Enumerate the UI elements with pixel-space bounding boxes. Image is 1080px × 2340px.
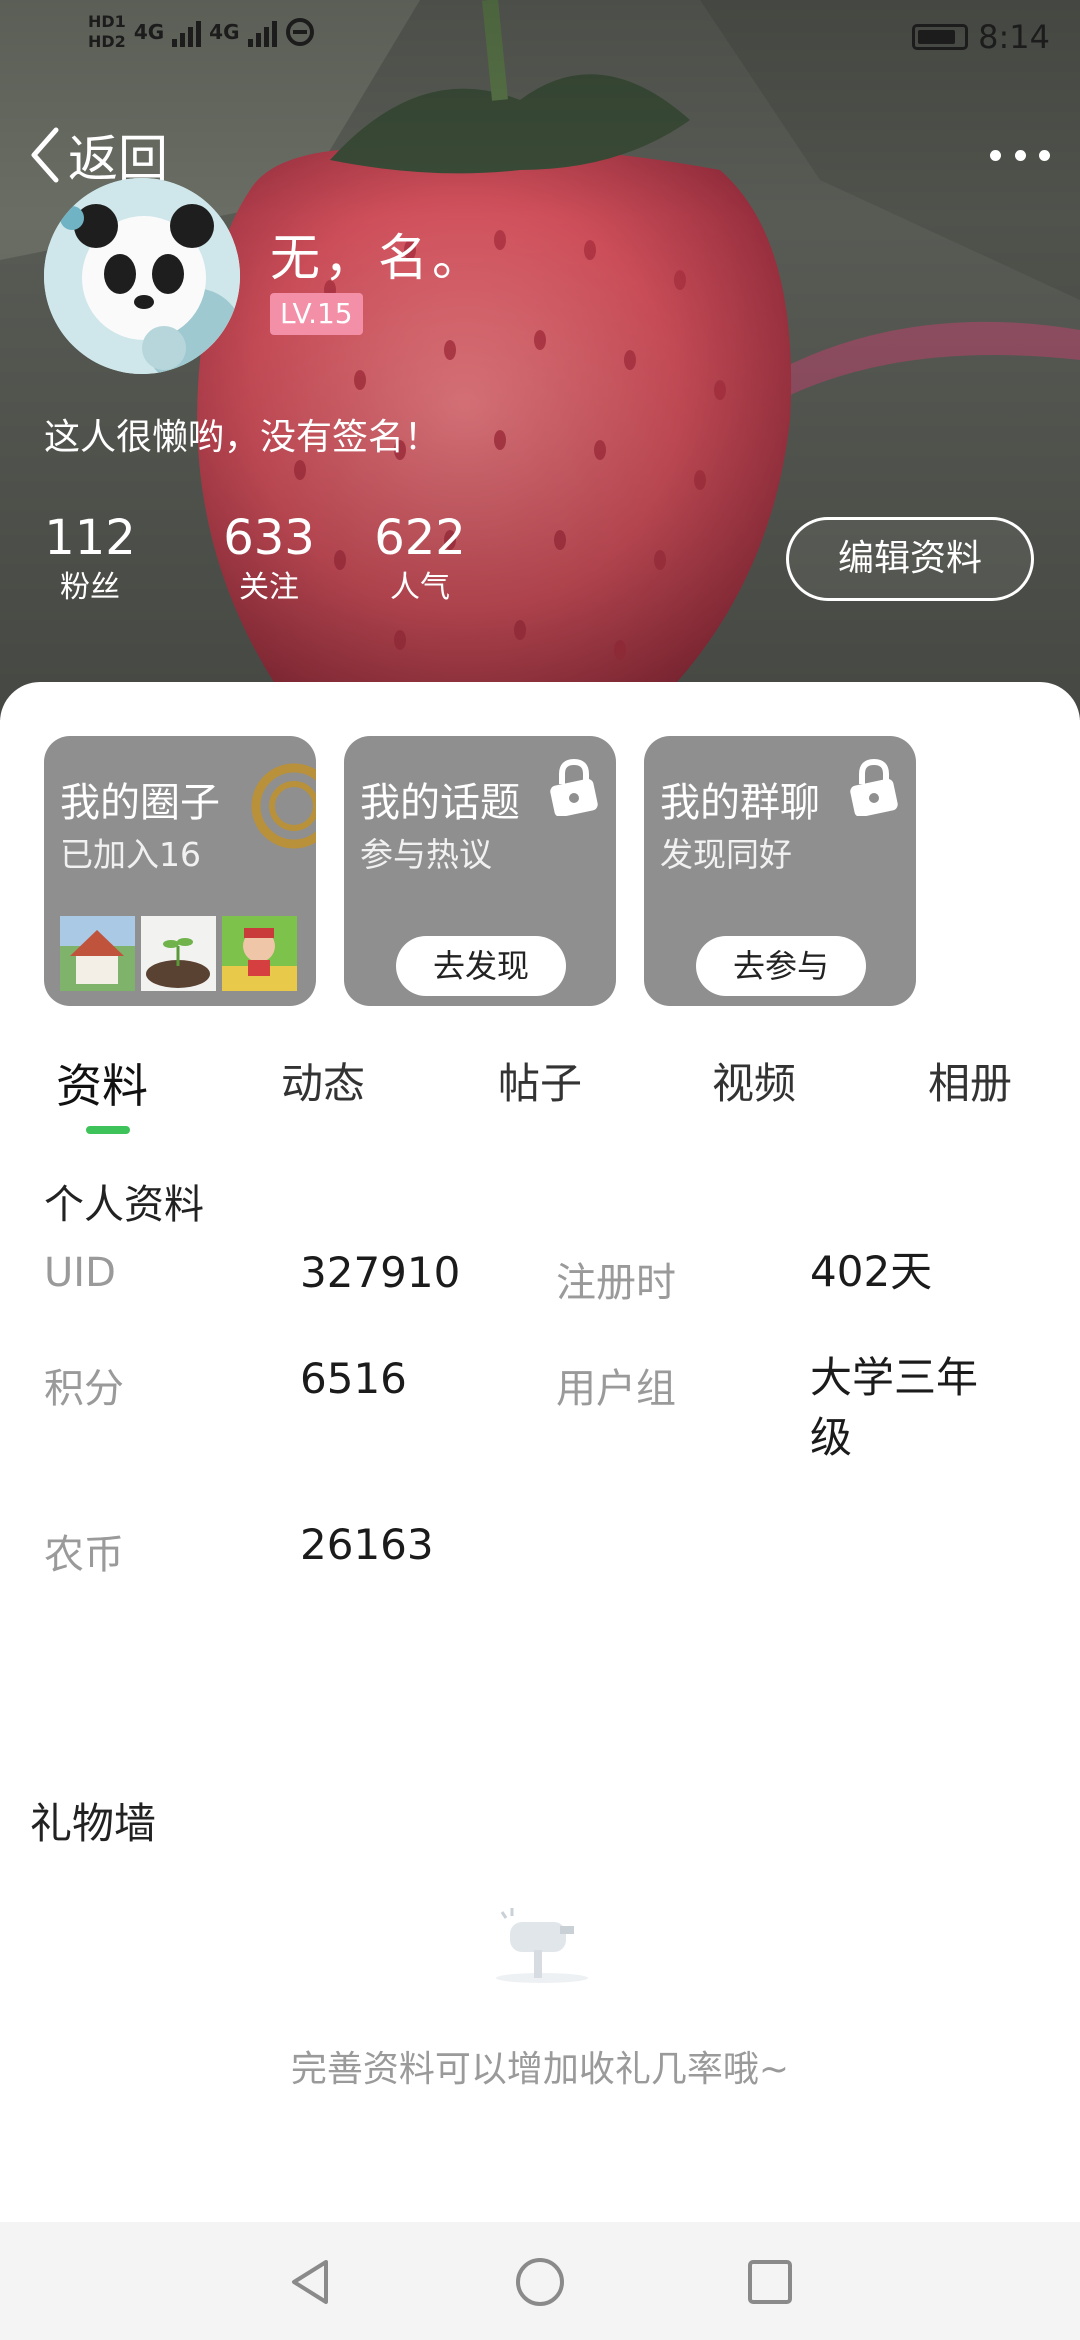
panda-avatar-image (44, 178, 240, 374)
stat-label: 人气 (390, 570, 450, 605)
info-key: 用户组 (556, 1366, 676, 1412)
more-options-button[interactable] (990, 140, 1050, 170)
card-title: 我的话题 (360, 780, 520, 826)
status-signal-group: HD1 HD2 4G 4G (88, 12, 315, 52)
card-my-groups[interactable]: 我的群聊 发现同好 去参与 (644, 736, 916, 1006)
clock: 8:14 (978, 18, 1050, 56)
circle-home-icon[interactable] (512, 2254, 568, 2310)
farmer-thumbnail (222, 916, 297, 991)
stat-label: 粉丝 (60, 570, 120, 605)
system-nav-bar (0, 2222, 1080, 2340)
circle-thumbnails (60, 916, 297, 991)
status-right-group: 8:14 (912, 18, 1050, 56)
profile-header: HD1 HD2 4G 4G 8:14 返回 无，名。 LV.15 这人很懒哟，没… (0, 0, 1080, 720)
stat-value: 633 (223, 510, 315, 566)
info-value: 大学三年级 (810, 1353, 979, 1462)
avatar[interactable] (44, 178, 240, 374)
network-type-2: 4G (209, 20, 240, 44)
info-value: 402天 (810, 1247, 933, 1296)
info-row: UID 327910 注册时 402天 (44, 1242, 1044, 1348)
signal-bars-icon (247, 17, 277, 47)
sprout-thumbnail (141, 916, 216, 991)
info-value: 327910 (300, 1248, 461, 1297)
chevron-left-icon (31, 127, 59, 183)
stat-value: 112 (44, 510, 136, 566)
card-subtitle: 发现同好 (660, 835, 792, 874)
tab-posts[interactable]: 帖子 (498, 1050, 582, 1111)
info-row: 积分 6516 用户组 大学三年级 (44, 1348, 1044, 1514)
network-type-1: 4G (133, 20, 165, 44)
signature: 这人很懒哟，没有签名！ (44, 417, 441, 458)
info-key: 农币 (44, 1532, 124, 1578)
circle-thumb-sprout[interactable] (141, 916, 216, 991)
more-dot (1014, 149, 1026, 161)
stat-label: 关注 (239, 570, 299, 605)
info-key: 积分 (44, 1366, 124, 1412)
hd-indicator: HD1 HD2 (88, 12, 126, 52)
stat-followers[interactable]: 112 粉丝 (44, 508, 136, 608)
tab-info[interactable]: 资料 (56, 1050, 148, 1116)
battery-icon (912, 24, 969, 50)
more-dots-icon (990, 149, 1001, 161)
card-my-circles[interactable]: 我的圈子 已加入16 (44, 736, 316, 1006)
content-sheet: 我的圈子 已加入16 我的话题 参与热议 去发现 我的群聊 发现同好 去参与 资… (0, 682, 1080, 2222)
info-value: 26163 (300, 1520, 434, 1569)
info-key: 注册时 (556, 1260, 676, 1306)
hd-bottom-label: HD2 (88, 32, 126, 51)
info-key: UID (44, 1250, 116, 1296)
signal-bars-icon (172, 17, 202, 47)
card-subtitle: 参与热议 (360, 835, 492, 874)
username: 无，名。 (270, 229, 486, 287)
mailbox-icon (496, 1908, 588, 1983)
gift-wall-title: 礼物墙 (30, 1799, 157, 1848)
lock-icon (550, 758, 598, 816)
sync-icon (285, 18, 314, 46)
stats-row: 112 粉丝 633 关注 622 人气 (44, 508, 496, 608)
triangle-back-icon[interactable] (282, 2254, 338, 2310)
tab-album[interactable]: 相册 (928, 1050, 1012, 1111)
profile-info-table: UID 327910 注册时 402天 积分 6516 用户组 大学三年级 农币… (44, 1242, 1044, 1620)
circle-thumb-house[interactable] (60, 916, 135, 991)
discover-button[interactable]: 去发现 (396, 936, 566, 996)
circle-thumb-farmer[interactable] (222, 916, 297, 991)
house-thumbnail (60, 916, 135, 991)
card-subtitle: 已加入16 (60, 835, 201, 874)
info-value: 6516 (300, 1354, 407, 1403)
active-tab-indicator (86, 1126, 130, 1134)
stat-popularity[interactable]: 622 人气 (345, 508, 495, 608)
info-row: 农币 26163 (44, 1514, 1044, 1620)
stat-following[interactable]: 633 关注 (194, 508, 344, 608)
ring-decoration-icon (251, 763, 316, 849)
stat-value: 622 (374, 510, 466, 566)
hd-top-label: HD1 (88, 12, 126, 31)
section-title: 个人资料 (44, 1182, 204, 1228)
card-title: 我的圈子 (60, 780, 220, 826)
status-bar: HD1 HD2 4G 4G 8:14 (0, 0, 1080, 80)
feature-cards: 我的圈子 已加入16 我的话题 参与热议 去发现 我的群聊 发现同好 去参与 (44, 736, 944, 1006)
profile-tabs: 资料 动态 帖子 视频 相册 (0, 1042, 1080, 1142)
join-button[interactable]: 去参与 (696, 936, 866, 996)
card-title: 我的群聊 (660, 780, 820, 826)
tab-videos[interactable]: 视频 (712, 1050, 796, 1111)
level-badge: LV.15 (270, 293, 363, 335)
more-dot (1039, 149, 1050, 161)
square-recents-icon[interactable] (742, 2254, 798, 2310)
edit-profile-button[interactable]: 编辑资料 (786, 517, 1034, 601)
gift-wall-hint: 完善资料可以增加收礼几率哦~ (290, 2049, 790, 2090)
lock-icon (850, 758, 898, 816)
tab-activity[interactable]: 动态 (281, 1050, 365, 1111)
card-my-topics[interactable]: 我的话题 参与热议 去发现 (344, 736, 616, 1006)
